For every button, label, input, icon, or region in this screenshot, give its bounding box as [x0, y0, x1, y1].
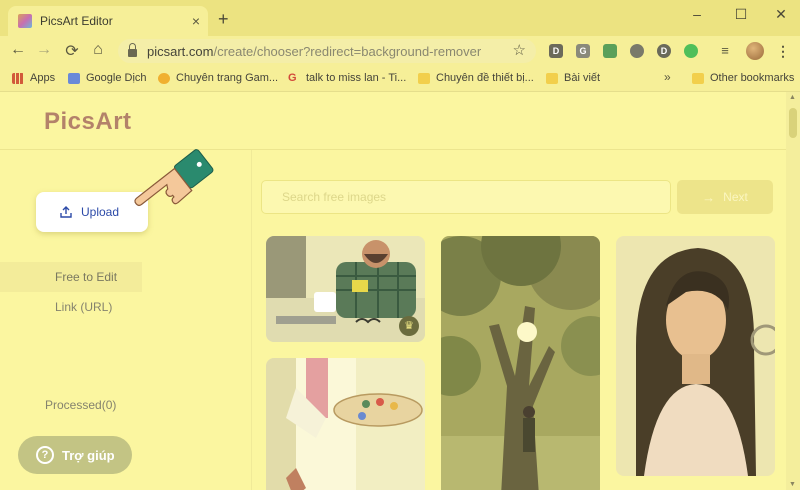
reading-list-icon[interactable]: ≡	[718, 44, 732, 58]
bookmark-label: talk to miss lan - Ti...	[306, 72, 407, 84]
translate-extension-icon[interactable]: G	[576, 44, 590, 58]
page-header: PicsArt	[0, 92, 786, 150]
game-icon	[158, 72, 170, 84]
picsart-logo[interactable]: PicsArt	[44, 108, 132, 136]
reload-icon[interactable]: ⟳	[62, 41, 82, 61]
scroll-thumb[interactable]	[789, 108, 797, 138]
bookmark-star-icon[interactable]: ☆	[513, 41, 526, 59]
next-label: Next	[723, 190, 748, 204]
scroll-up-icon[interactable]: ▲	[789, 94, 796, 101]
url-path: /create/chooser?redirect=background-remo…	[213, 43, 482, 59]
chat-extension-icon[interactable]	[684, 44, 698, 58]
photo-tree-image	[441, 236, 600, 490]
folder-icon	[418, 72, 430, 84]
search-input[interactable]	[262, 181, 670, 213]
forward-icon[interactable]: →	[34, 41, 54, 59]
bookmark-talk-to-miss-lan[interactable]: G talk to miss lan - Ti...	[288, 72, 406, 84]
lock-icon	[128, 43, 137, 57]
search-box	[261, 180, 671, 214]
bookmark-label: Google Dịch	[86, 72, 147, 84]
sidebar-item-link-url[interactable]: Link (URL)	[55, 300, 112, 314]
bookmark-google-dich[interactable]: Google Dịch	[68, 72, 147, 84]
back-icon[interactable]: ←	[8, 41, 28, 59]
bookmarks-bar: Apps Google Dịch Chuyên trang Gam... G t…	[0, 66, 800, 92]
other-bookmarks-label: Other bookmarks	[710, 72, 795, 84]
other-bookmarks[interactable]: Other bookmarks	[692, 72, 794, 84]
scroll-down-icon[interactable]: ▼	[789, 481, 796, 488]
bookmark-label: Chuyên đề thiết bị...	[436, 72, 534, 84]
bookmark-chuyen-trang-game[interactable]: Chuyên trang Gam...	[158, 72, 278, 84]
minimize-icon[interactable]: –	[682, 6, 712, 22]
photo-man-at-desk[interactable]: ♛	[266, 236, 425, 342]
page-scrollbar[interactable]: ▲ ▼	[786, 92, 800, 490]
bookmark-chuyen-de-thiet-bi[interactable]: Chuyên đề thiết bị...	[418, 72, 534, 84]
crown-icon: ♛	[399, 316, 419, 336]
apps-grid-icon	[12, 72, 24, 84]
sidebar-item-processed[interactable]: Processed(0)	[45, 398, 116, 412]
upload-label: Upload	[81, 205, 120, 219]
picsart-page: PicsArt Upload Free to Edit Link (URL) P…	[0, 92, 800, 490]
bookmark-label: Bài viết	[564, 72, 601, 84]
help-button[interactable]: ? Trợ giúp	[18, 436, 132, 474]
url-host: picsart.com	[147, 43, 214, 59]
upload-icon	[60, 206, 72, 218]
maximize-icon[interactable]: ☐	[726, 6, 756, 23]
question-icon: ?	[36, 446, 54, 464]
browser-toolbar: ← → ⟳ ⌂ picsart.com/create/chooser?redir…	[0, 36, 800, 66]
extension-d-icon[interactable]: D	[549, 44, 563, 58]
browser-tab[interactable]: PicsArt Editor ×	[8, 6, 208, 36]
compass-extension-icon[interactable]	[630, 44, 644, 58]
more-bookmarks-icon[interactable]: »	[664, 70, 671, 84]
help-label: Trợ giúp	[62, 447, 115, 463]
photo-tree-in-forest[interactable]	[441, 236, 600, 490]
menu-icon[interactable]: ⋮	[776, 44, 790, 58]
tab-bar: PicsArt Editor × + – ☐ ✕	[0, 0, 800, 36]
address-bar[interactable]: picsart.com/create/chooser?redirect=back…	[118, 39, 536, 63]
translate-icon	[68, 72, 80, 84]
home-icon[interactable]: ⌂	[88, 41, 108, 59]
bookmark-apps[interactable]: Apps	[12, 72, 55, 84]
extension-d2-icon[interactable]: D	[657, 44, 671, 58]
arrow-right-icon: →	[702, 189, 716, 205]
bookmark-bai-viet[interactable]: Bài viết	[546, 72, 600, 84]
next-button[interactable]: → Next	[677, 180, 773, 214]
new-tab-icon[interactable]: +	[218, 9, 229, 30]
classroom-extension-icon[interactable]	[603, 44, 617, 58]
tab-title: PicsArt Editor	[40, 14, 113, 28]
tab-close-icon[interactable]: ×	[192, 13, 200, 29]
sidebar-item-free-to-edit[interactable]: Free to Edit	[55, 270, 117, 284]
profile-avatar[interactable]	[746, 42, 764, 60]
close-window-icon[interactable]: ✕	[766, 6, 796, 23]
photo-woman-image	[616, 236, 775, 476]
picsart-favicon-icon	[18, 14, 32, 28]
bookmark-label: Apps	[30, 72, 56, 84]
bookmark-label: Chuyên trang Gam...	[176, 72, 279, 84]
photo-woman-portrait[interactable]	[616, 236, 775, 476]
photo-painter-image	[266, 358, 425, 490]
folder-icon	[546, 72, 558, 84]
photo-painter-palette[interactable]	[266, 358, 425, 490]
folder-icon	[692, 72, 704, 84]
google-icon: G	[288, 71, 297, 84]
pointing-hand-icon	[134, 149, 214, 207]
